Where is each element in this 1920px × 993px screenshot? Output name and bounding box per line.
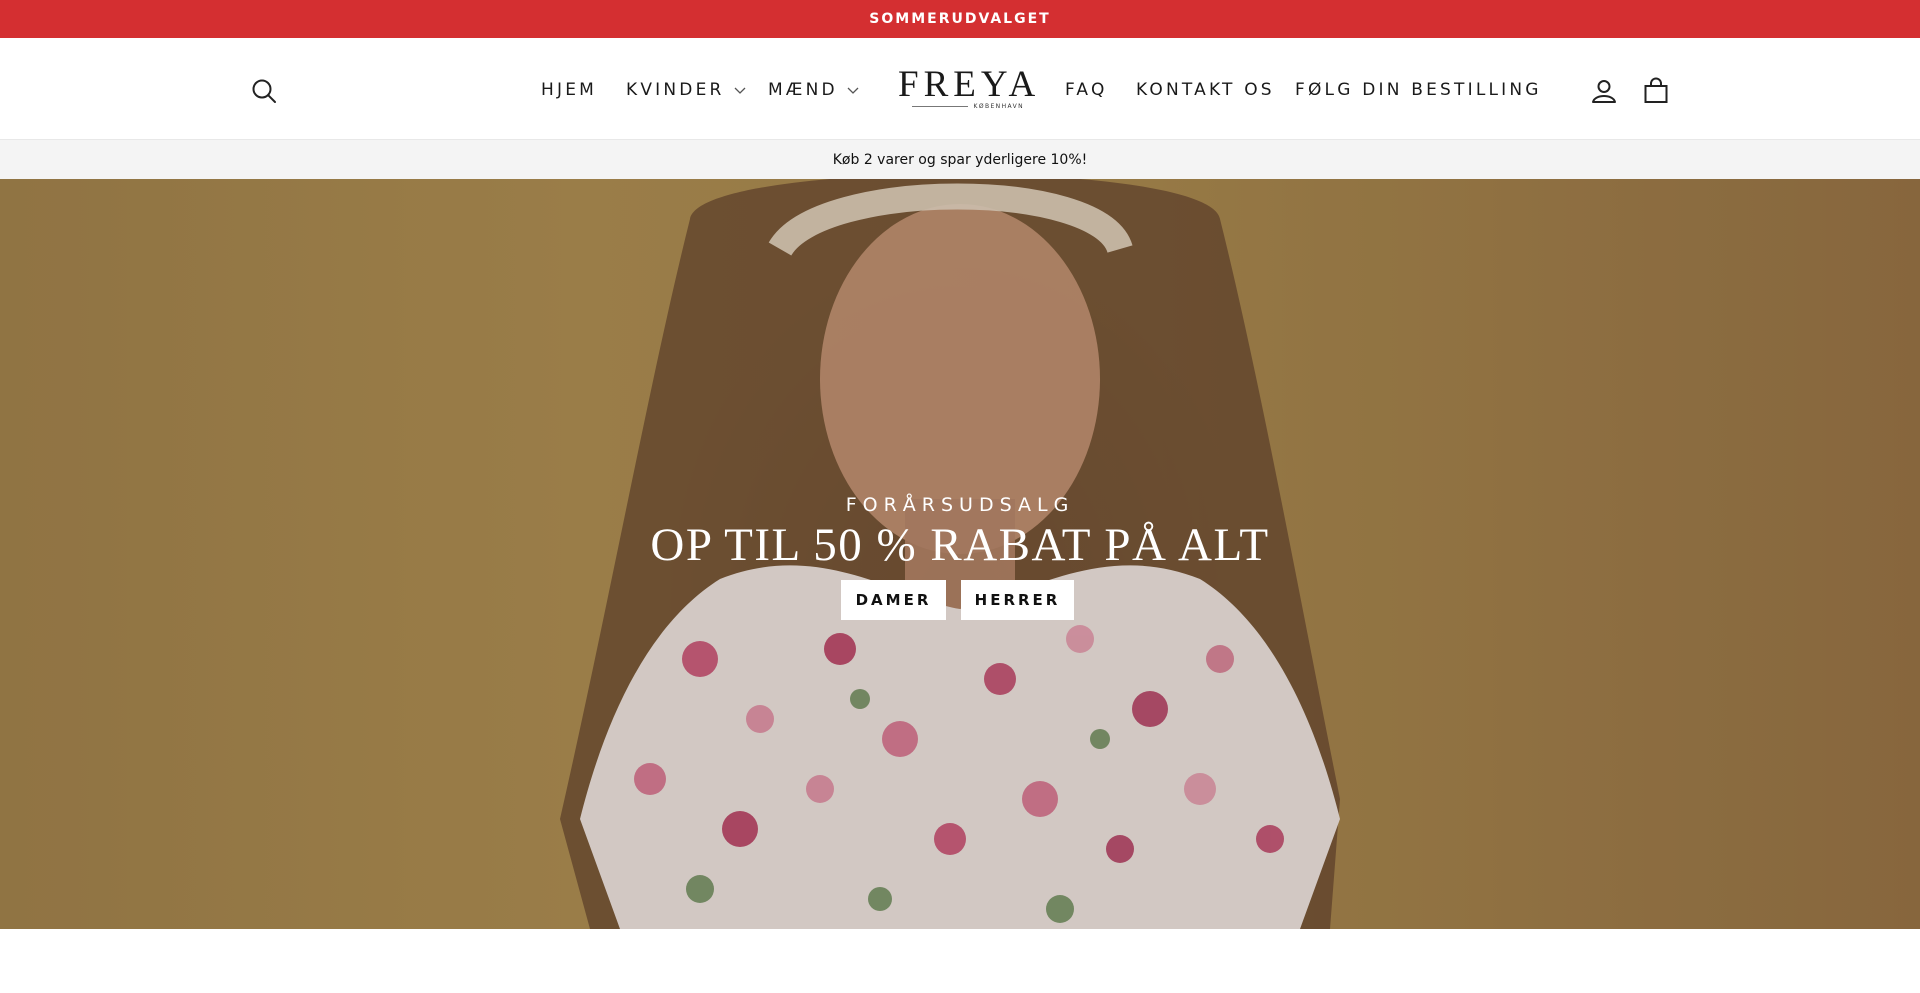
damer-button[interactable]: DAMER	[841, 580, 946, 620]
logo-divider	[911, 106, 968, 107]
cart-icon	[1644, 77, 1668, 103]
account-button[interactable]	[1589, 76, 1619, 106]
nav-item-hjem[interactable]: HJEM	[541, 75, 597, 105]
nav-item-label: MÆND	[768, 80, 838, 100]
nav-item-label: KONTAKT OS	[1136, 80, 1275, 100]
promo-bar: Køb 2 varer og spar yderligere 10%!	[0, 139, 1920, 179]
logo-wordmark: FREYA	[898, 64, 1041, 105]
announcement-text[interactable]: SOMMERUDVALGET	[869, 11, 1050, 27]
account-icon	[1592, 80, 1616, 103]
hero-banner[interactable]: FORÅRSUDSALG OP TIL 50 % RABAT PÅ ALT DA…	[0, 179, 1920, 929]
hero-subtitle: FORÅRSUDSALG	[845, 494, 1075, 516]
announcement-bar[interactable]: SOMMERUDVALGET	[0, 0, 1920, 38]
site-header: HJEM KVINDER MÆND FREYA KØBENHAVN FAQ KO…	[0, 38, 1920, 139]
herrer-button[interactable]: HERRER	[961, 580, 1074, 620]
nav-item-kontakt-os[interactable]: KONTAKT OS	[1136, 75, 1275, 105]
nav-item-kvinder[interactable]: KVINDER	[626, 75, 747, 105]
hero-title: OP TIL 50 % RABAT PÅ ALT	[650, 519, 1270, 571]
nav-item-label: FAQ	[1065, 80, 1108, 100]
nav-item-maend[interactable]: MÆND	[768, 75, 860, 105]
cart-button[interactable]	[1641, 76, 1671, 106]
nav-item-foelg-din-bestilling[interactable]: FØLG DIN BESTILLING	[1295, 75, 1542, 105]
nav-item-faq[interactable]: FAQ	[1065, 75, 1108, 105]
promo-text: Køb 2 varer og spar yderligere 10%!	[832, 151, 1088, 168]
search-button[interactable]	[249, 76, 279, 106]
nav-item-label: FØLG DIN BESTILLING	[1295, 80, 1542, 100]
button-label: DAMER	[855, 591, 932, 609]
nav-item-label: HJEM	[541, 80, 598, 100]
logo-city: KØBENHAVN	[973, 103, 1024, 110]
brand-logo[interactable]: FREYA KØBENHAVN	[898, 64, 1041, 114]
button-label: HERRER	[974, 591, 1061, 609]
chevron-down-icon	[847, 87, 859, 94]
nav-item-label: KVINDER	[626, 80, 725, 100]
search-icon	[252, 79, 276, 103]
chevron-down-icon	[734, 87, 746, 94]
